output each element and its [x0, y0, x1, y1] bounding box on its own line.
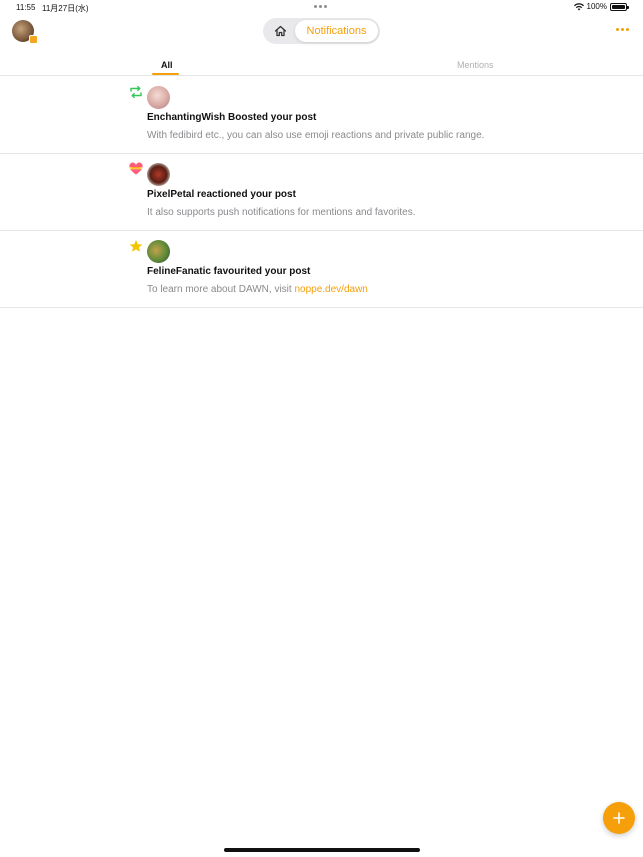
repost-icon — [130, 85, 142, 99]
tab-mentions[interactable]: Mentions — [457, 60, 494, 70]
status-bar: 11:55 11月27日(水) 100% — [0, 0, 643, 16]
heart-emoji-icon — [129, 162, 143, 175]
dawn-link[interactable]: noppe.dev/dawn — [294, 284, 367, 295]
notification-title: EnchantingWish Boosted your post — [147, 112, 317, 123]
avatar[interactable] — [147, 163, 170, 186]
tab-selected-indicator — [152, 73, 179, 75]
plus-icon — [613, 812, 625, 824]
notification-body: With fedibird etc., you can also use emo… — [147, 130, 485, 141]
status-date: 11月27日(水) — [42, 4, 89, 13]
multitasking-dots-icon[interactable] — [314, 5, 327, 8]
wifi-icon — [573, 2, 584, 10]
battery-percentage: 100% — [586, 2, 607, 11]
notification-body: It also supports push notifications for … — [147, 207, 416, 218]
avatar[interactable] — [147, 240, 170, 263]
notification-body: To learn more about DAWN, visit noppe.de… — [147, 284, 368, 295]
compose-button[interactable] — [603, 802, 635, 834]
timeline-switcher: Notifications — [263, 18, 380, 44]
notification-filter-tabs: All Mentions — [0, 56, 643, 76]
notification-item[interactable]: FelineFanatic favourited your post To le… — [0, 231, 643, 308]
notifications-tab-button[interactable]: Notifications — [295, 20, 378, 42]
home-tab-button[interactable] — [265, 20, 295, 42]
house-icon — [274, 25, 286, 37]
notification-item[interactable]: PixelPetal reactioned your post It also … — [0, 154, 643, 231]
notification-title: PixelPetal reactioned your post — [147, 189, 296, 200]
status-right: 100% — [573, 2, 629, 11]
home-indicator[interactable] — [224, 848, 420, 852]
avatar[interactable] — [147, 86, 170, 109]
notifications-screen: 11:55 11月27日(水) 100% Notifications All M… — [0, 0, 643, 857]
notification-body-text: To learn more about DAWN, visit — [147, 284, 295, 295]
ellipsis-icon[interactable] — [616, 28, 629, 31]
notification-title: FelineFanatic favourited your post — [147, 266, 311, 277]
battery-icon — [610, 2, 629, 11]
account-badge-icon — [29, 35, 38, 44]
status-time: 11:55 — [16, 3, 36, 12]
account-avatar[interactable] — [12, 20, 38, 44]
star-icon — [129, 240, 143, 252]
notification-item[interactable]: EnchantingWish Boosted your post With fe… — [0, 77, 643, 154]
tab-all[interactable]: All — [161, 60, 173, 70]
